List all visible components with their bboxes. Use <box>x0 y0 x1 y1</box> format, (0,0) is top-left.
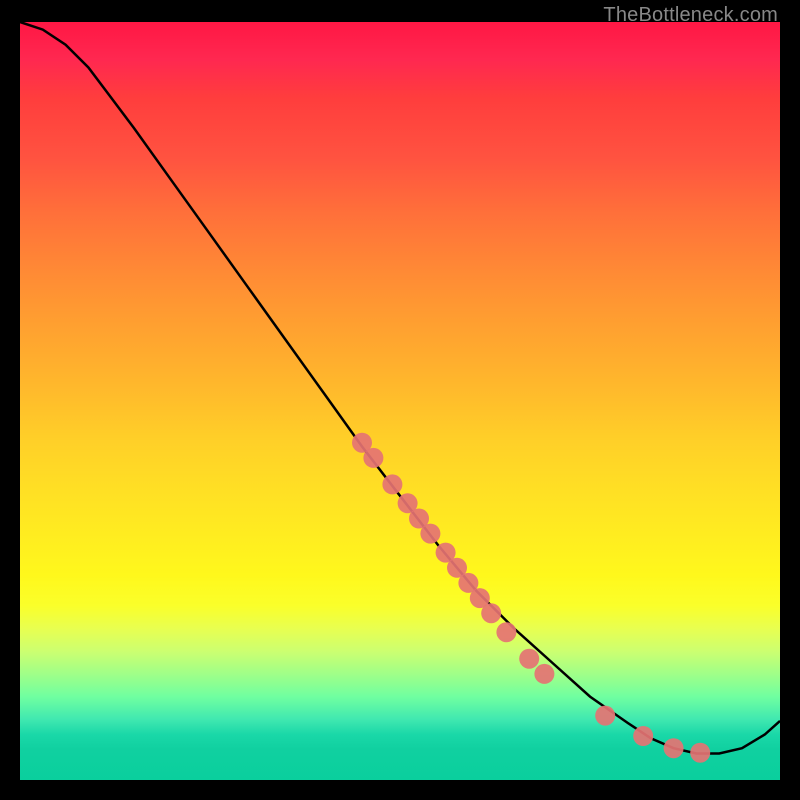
scatter-point <box>420 524 440 544</box>
scatter-point <box>481 603 501 623</box>
scatter-point <box>534 664 554 684</box>
scatter-series <box>352 433 710 763</box>
scatter-point <box>363 448 383 468</box>
scatter-point <box>519 649 539 669</box>
scatter-point <box>595 706 615 726</box>
scatter-point <box>664 738 684 758</box>
chart-container: TheBottleneck.com <box>0 0 800 800</box>
scatter-point <box>690 743 710 763</box>
scatter-point <box>382 474 402 494</box>
curve-line <box>20 22 780 754</box>
watermark-text: TheBottleneck.com <box>603 4 778 27</box>
chart-overlay <box>20 22 780 780</box>
scatter-point <box>496 622 516 642</box>
scatter-point <box>633 726 653 746</box>
line-series <box>20 22 780 754</box>
